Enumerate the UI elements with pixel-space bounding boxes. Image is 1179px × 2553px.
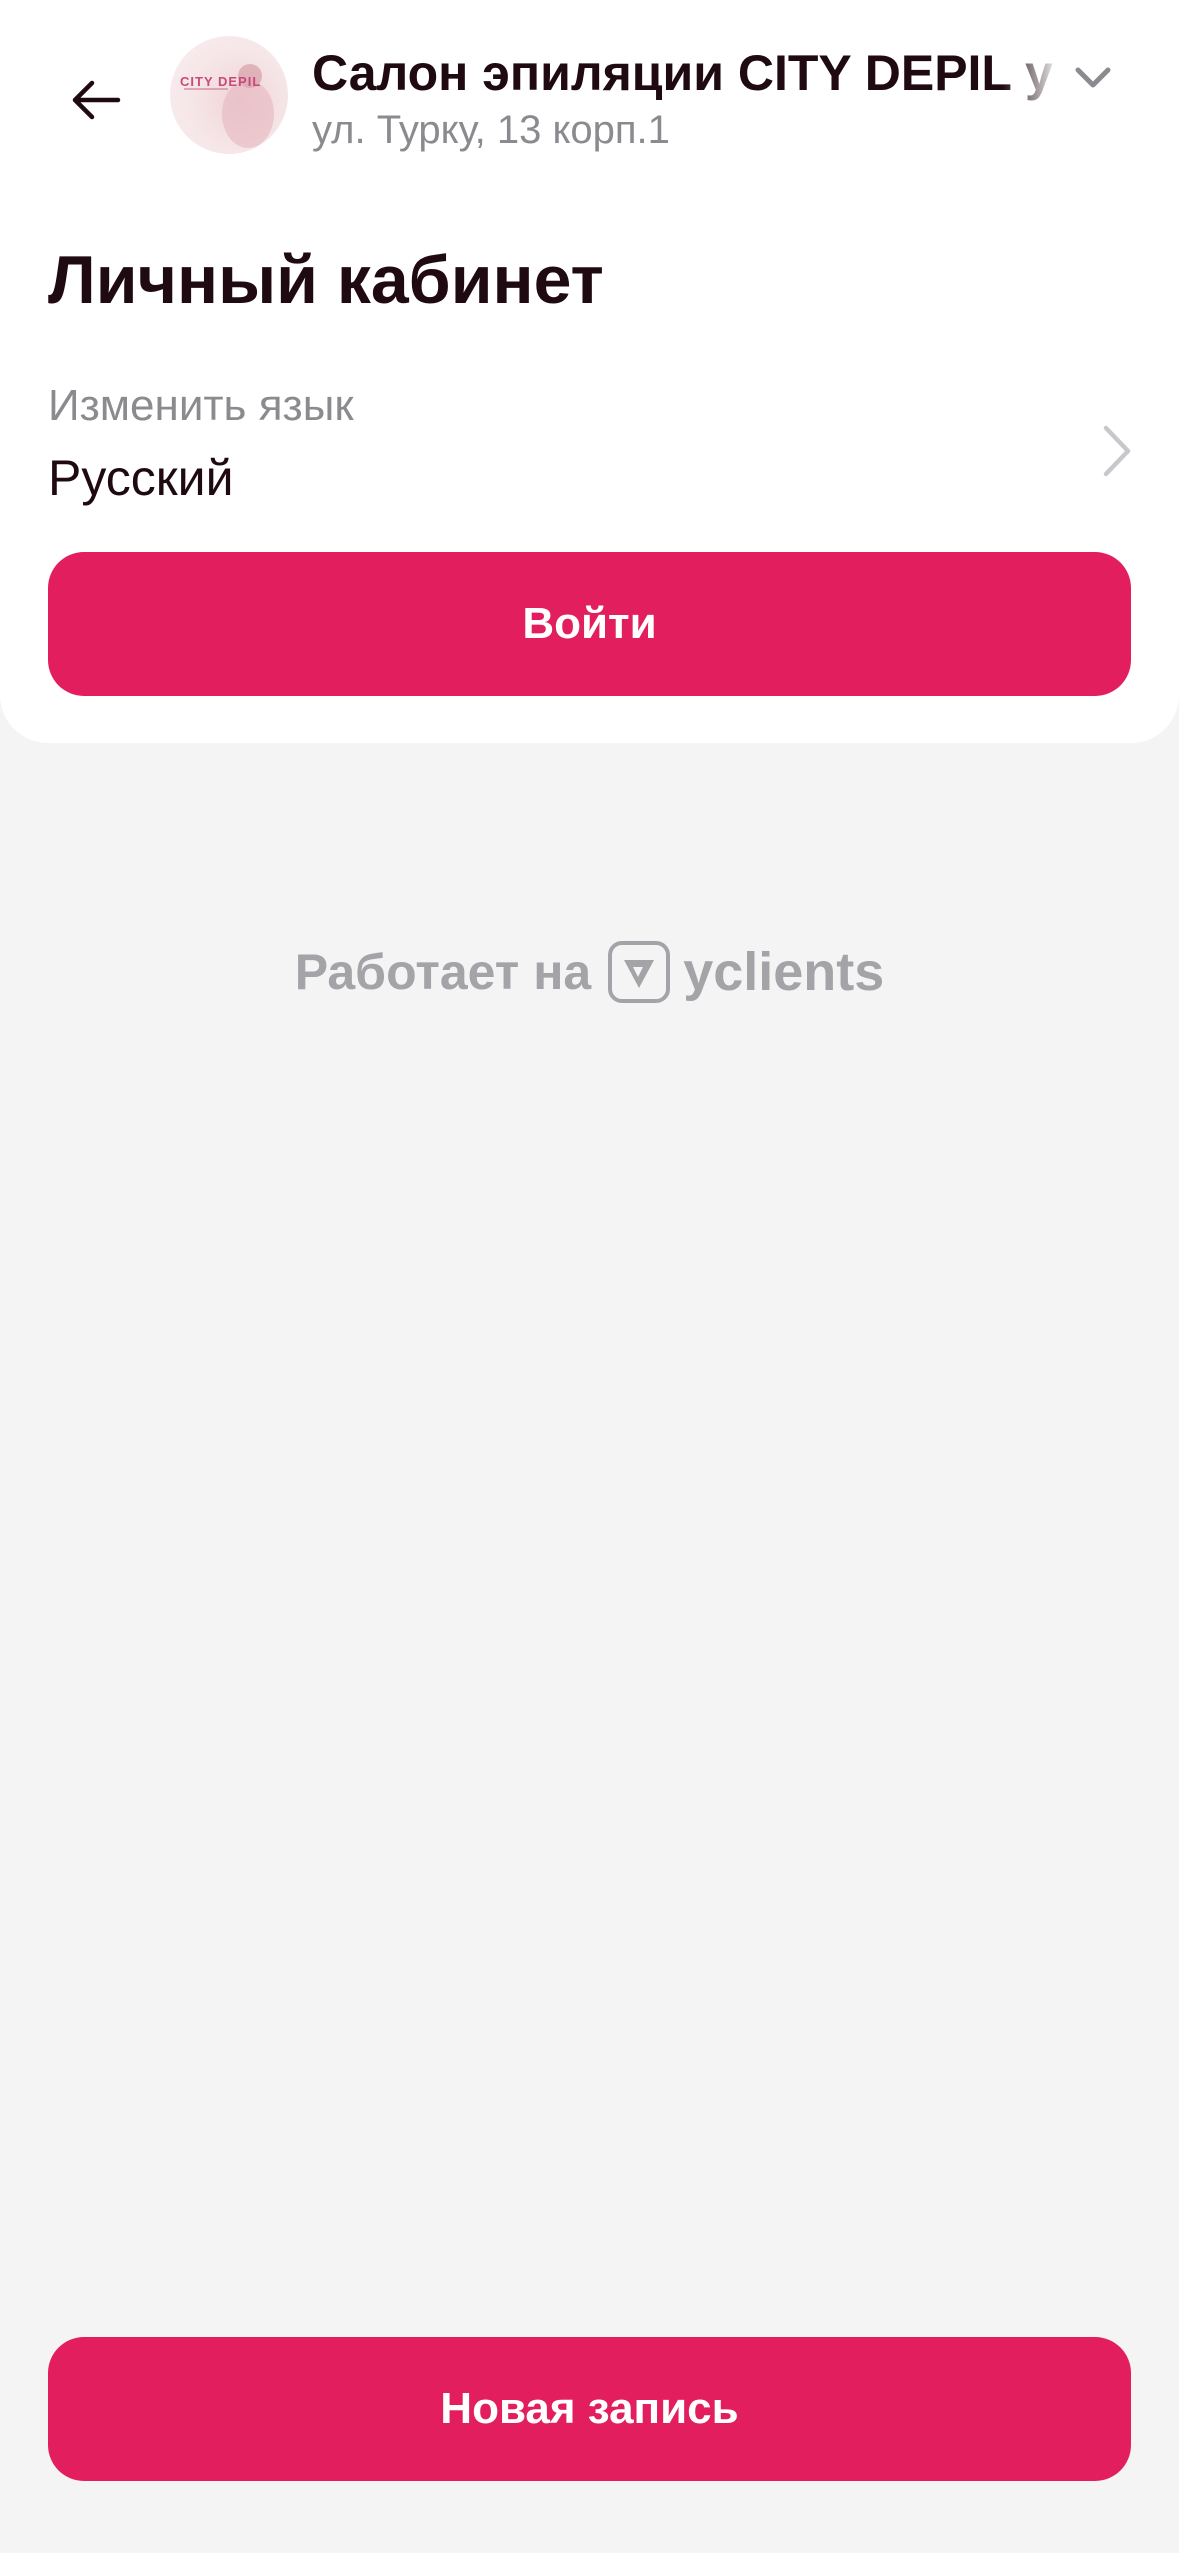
page-title: Личный кабинет — [48, 242, 604, 318]
chevron-down-icon[interactable] — [1068, 52, 1118, 102]
chevron-right-icon — [1103, 425, 1131, 477]
powered-by: Работает на yclients — [0, 930, 1179, 1014]
salon-avatar: CITY DEPIL — [170, 36, 288, 154]
language-label: Изменить язык — [48, 381, 354, 430]
arrow-left-icon — [72, 80, 121, 120]
salon-name: Салон эпиляции CITY DEPIL у — [312, 45, 1053, 101]
header-card: CITY DEPIL Салон эпиляции CITY DEPIL у у… — [0, 0, 1179, 743]
powered-by-text: Работает на — [294, 944, 592, 1000]
yclients-logo-icon — [608, 941, 671, 1003]
salon-address: ул. Турку, 13 корп.1 — [312, 108, 670, 152]
salon-name-fade — [1002, 38, 1072, 108]
salon-name-container[interactable]: Салон эпиляции CITY DEPIL у — [312, 38, 1072, 108]
login-button[interactable]: Войти — [48, 552, 1131, 696]
yclients-brand-name[interactable]: yclients — [683, 930, 884, 1014]
new-booking-button[interactable]: Новая запись — [48, 2337, 1131, 2481]
change-language-row[interactable]: Изменить язык Русский — [0, 370, 1179, 520]
avatar-logo-text: CITY DEPIL — [180, 74, 262, 89]
back-button[interactable] — [48, 52, 144, 148]
language-value: Русский — [48, 450, 234, 506]
